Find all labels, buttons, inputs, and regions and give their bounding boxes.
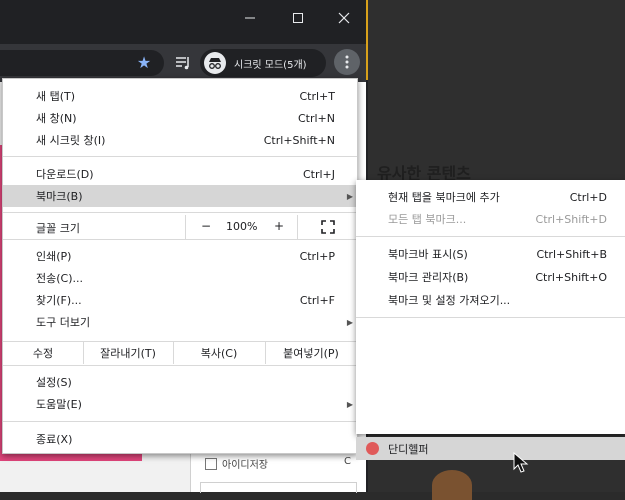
menu-item-label: 도구 더보기 bbox=[36, 316, 91, 329]
chrome-main-menu: 새 탭(T) Ctrl+T 새 창(N) Ctrl+N 새 시크릿 창(I) C… bbox=[2, 78, 358, 454]
incognito-icon bbox=[204, 52, 226, 74]
menu-item-label: 새 창(N) bbox=[36, 112, 77, 125]
menu-separator bbox=[3, 421, 357, 422]
maximize-icon bbox=[293, 13, 303, 23]
bookmark-item-dandi-helper[interactable]: 단디헬퍼 bbox=[356, 437, 625, 460]
menu-item-label: 다운로드(D) bbox=[36, 168, 94, 181]
menu-item-shortcut: Ctrl+F bbox=[299, 293, 335, 307]
submenu-item-bookmark-manager[interactable]: 북마크 관리자(B) Ctrl+Shift+O bbox=[356, 266, 625, 288]
menu-item-shortcut: Ctrl+Shift+N bbox=[263, 133, 335, 147]
menu-item-shortcut: Ctrl+N bbox=[297, 111, 335, 125]
minimize-button[interactable] bbox=[227, 0, 273, 36]
menu-item-new-window[interactable]: 새 창(N) Ctrl+N bbox=[3, 107, 357, 129]
menu-separator bbox=[3, 239, 357, 240]
menu-item-more-tools[interactable]: 도구 더보기 ▶ bbox=[3, 311, 357, 333]
menu-item-label: 인쇄(P) bbox=[36, 250, 72, 263]
submenu-arrow-icon: ▶ bbox=[346, 191, 353, 201]
mouse-cursor-icon bbox=[513, 452, 529, 473]
menu-item-settings[interactable]: 설정(S) bbox=[3, 371, 357, 393]
save-id-checkbox-row[interactable]: 아이디저장 bbox=[205, 456, 268, 471]
menu-item-label: 설정(S) bbox=[36, 376, 72, 389]
paste-button[interactable]: 붙여넣기(P) bbox=[265, 342, 357, 364]
submenu-item-bookmark-all-tabs[interactable]: 모든 탭 북마크... Ctrl+Shift+D bbox=[356, 208, 625, 230]
zoom-level: 100% bbox=[226, 220, 258, 233]
menu-separator bbox=[3, 365, 357, 366]
menu-item-downloads[interactable]: 다운로드(D) Ctrl+J bbox=[3, 163, 357, 185]
edit-label: 수정 bbox=[32, 347, 54, 360]
menu-item-shortcut: Ctrl+J bbox=[302, 167, 335, 181]
menu-item-label: 도움말(E) bbox=[36, 398, 82, 411]
bookmark-star-icon[interactable]: ★ bbox=[135, 54, 153, 72]
save-id-label: 아이디저장 bbox=[222, 460, 268, 471]
maximize-button[interactable] bbox=[275, 0, 321, 36]
zoom-row: 글꼴 크기 − 100% + bbox=[3, 215, 357, 239]
menu-item-label: 모든 탭 북마크... bbox=[388, 213, 467, 226]
zoom-label: 글꼴 크기 bbox=[36, 222, 80, 235]
menu-item-label: 새 시크릿 창(I) bbox=[36, 134, 106, 147]
menu-item-new-tab[interactable]: 새 탭(T) Ctrl+T bbox=[3, 85, 357, 107]
extension-icon bbox=[366, 442, 379, 455]
bookmark-item-label: 단디헬퍼 bbox=[388, 442, 429, 456]
menu-item-exit[interactable]: 종료(X) bbox=[3, 428, 357, 450]
menu-item-shortcut: Ctrl+P bbox=[299, 249, 335, 263]
menu-item-help[interactable]: 도움말(E) ▶ bbox=[3, 393, 357, 415]
menu-item-shortcut: Ctrl+Shift+B bbox=[536, 247, 607, 261]
menu-item-find[interactable]: 찾기(F)... Ctrl+F bbox=[3, 289, 357, 311]
close-window-button[interactable] bbox=[321, 0, 367, 36]
menu-separator bbox=[356, 317, 625, 318]
menu-separator bbox=[356, 236, 625, 237]
menu-item-label: 현재 탭을 북마크에 추가 bbox=[388, 191, 500, 204]
kebab-menu-icon bbox=[345, 55, 349, 69]
zoom-in-button[interactable]: + bbox=[274, 219, 284, 233]
menu-item-bookmarks[interactable]: 북마크(B) ▶ bbox=[3, 185, 357, 207]
minimize-icon bbox=[245, 17, 255, 19]
incognito-indicator[interactable]: 시크릿 모드(5개) bbox=[200, 49, 326, 77]
submenu-arrow-icon: ▶ bbox=[346, 317, 353, 327]
bookmarks-submenu: 현재 탭을 북마크에 추가 Ctrl+D 모든 탭 북마크... Ctrl+Sh… bbox=[356, 180, 625, 434]
avatar bbox=[432, 470, 472, 500]
menu-item-label: 북마크 및 설정 가져오기... bbox=[388, 294, 511, 307]
submenu-item-bookmark-this-tab[interactable]: 현재 탭을 북마크에 추가 Ctrl+D bbox=[356, 186, 625, 208]
menu-item-label: 찾기(F)... bbox=[36, 294, 82, 307]
menu-item-shortcut: Ctrl+Shift+D bbox=[535, 212, 607, 226]
menu-item-print[interactable]: 인쇄(P) Ctrl+P bbox=[3, 245, 357, 267]
fullscreen-icon[interactable] bbox=[321, 220, 335, 234]
menu-item-shortcut: Ctrl+Shift+O bbox=[535, 270, 607, 284]
chrome-menu-button[interactable] bbox=[334, 49, 360, 75]
close-icon bbox=[338, 12, 350, 24]
menu-item-label: 북마크 관리자(B) bbox=[388, 271, 469, 284]
menu-item-label: 북마크(B) bbox=[36, 190, 83, 203]
browser-toolbar: ★ 시크릿 모드(5개) bbox=[0, 44, 366, 82]
menu-item-shortcut: Ctrl+D bbox=[569, 190, 607, 204]
incognito-label: 시크릿 모드(5개) bbox=[234, 59, 307, 71]
menu-item-new-incognito-window[interactable]: 새 시크릿 창(I) Ctrl+Shift+N bbox=[3, 129, 357, 151]
menu-item-label: 새 탭(T) bbox=[36, 90, 76, 103]
menu-separator bbox=[3, 156, 357, 157]
copy-button[interactable]: 복사(C) bbox=[173, 342, 265, 364]
menu-item-cast[interactable]: 전송(C)... bbox=[3, 267, 357, 289]
submenu-item-show-bookmarks-bar[interactable]: 북마크바 표시(S) Ctrl+Shift+B bbox=[356, 243, 625, 265]
cut-button[interactable]: 잘라내기(T) bbox=[83, 342, 173, 364]
reading-list-icon[interactable] bbox=[174, 54, 192, 72]
menu-item-label: 종료(X) bbox=[36, 433, 73, 446]
page-right-char: C bbox=[344, 456, 351, 467]
menu-item-label: 전송(C)... bbox=[36, 272, 83, 285]
title-bar bbox=[0, 0, 366, 38]
menu-item-label: 북마크바 표시(S) bbox=[388, 248, 468, 261]
id-field[interactable] bbox=[200, 482, 357, 493]
submenu-item-import-bookmarks[interactable]: 북마크 및 설정 가져오기... bbox=[356, 289, 625, 311]
menu-item-shortcut: Ctrl+T bbox=[299, 89, 335, 103]
submenu-arrow-icon: ▶ bbox=[346, 399, 353, 409]
edit-row: 수정 잘라내기(T) 복사(C) 붙여넣기(P) bbox=[3, 342, 357, 364]
zoom-out-button[interactable]: − bbox=[201, 219, 211, 233]
menu-separator bbox=[3, 212, 357, 213]
save-id-checkbox[interactable] bbox=[205, 457, 217, 470]
